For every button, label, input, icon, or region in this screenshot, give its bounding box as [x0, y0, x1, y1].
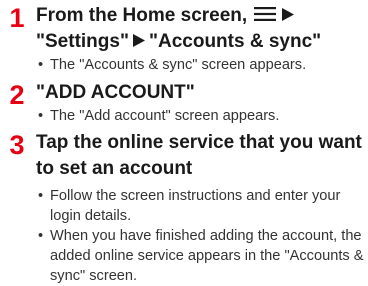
bullet-item: • When you have finished adding the accou… [36, 226, 366, 286]
accounts-sync-label: "Accounts & sync" [148, 31, 322, 52]
step-title: Tap the online service that you want [36, 132, 362, 153]
step-title: to set an account [36, 158, 193, 179]
bullet-item: • Follow the screen instructions and ente… [36, 186, 366, 226]
bullet-dot: • [38, 228, 44, 244]
bullet-item: • The "Add account" screen appears. [36, 106, 366, 126]
bullet-text: The "Accounts & sync" screen appears. [50, 57, 307, 73]
step-number: 1 [9, 3, 25, 33]
bullet-dot: • [38, 108, 44, 124]
bullet-list: • Follow the screen instructions and ente… [36, 186, 366, 286]
step-number: 2 [9, 80, 25, 110]
menu-icon [254, 7, 277, 22]
bullet-dot: • [38, 57, 44, 73]
bullet-item: • The "Accounts & sync" screen appears. [36, 55, 366, 75]
bullet-list: • The "Add account" screen appears. [36, 106, 366, 126]
step-title: "Settings" "Accounts & sync" [36, 29, 366, 55]
right-triangle-arrow-icon [132, 33, 145, 47]
right-triangle-arrow-icon [282, 7, 295, 21]
bullet-text: The "Add account" screen appears. [50, 108, 280, 124]
step-number: 3 [9, 130, 25, 160]
step-title-text: From the Home screen, [36, 5, 248, 26]
bullet-dot: • [38, 188, 44, 204]
step-title: "ADD ACCOUNT" [36, 82, 195, 103]
bullet-list: • The "Accounts & sync" screen appears. [36, 55, 366, 75]
settings-label: "Settings" [36, 31, 129, 52]
bullet-text: Follow the screen instructions and enter… [50, 188, 341, 224]
step-title: From the Home screen, [36, 3, 366, 29]
